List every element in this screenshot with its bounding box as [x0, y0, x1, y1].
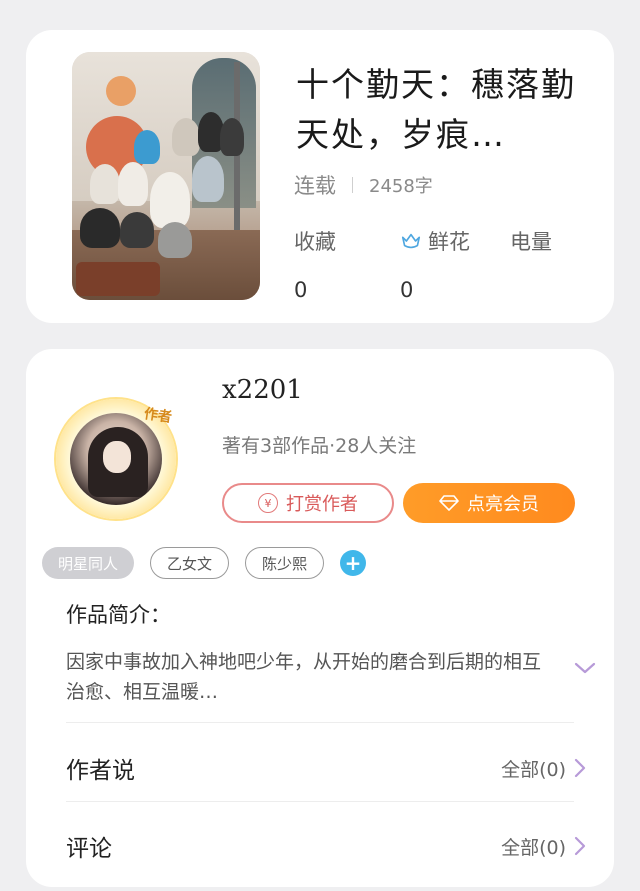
stat-favorites[interactable]: 收藏 0 — [294, 226, 400, 302]
author-says-count: 全部(0) — [501, 758, 566, 781]
comments-action[interactable]: 全部(0) — [501, 833, 586, 860]
author-card: 作者 x2201 著有3部作品·28人关注 ¥ 打赏作者 点亮会员 明星同人 乙… — [26, 349, 614, 887]
divider — [66, 722, 574, 723]
comments-row[interactable]: 评论 全部(0) — [66, 816, 586, 876]
author-badge: 作者 — [142, 406, 173, 426]
tag-item[interactable]: 乙女文 — [150, 547, 230, 579]
diamond-icon — [439, 495, 459, 511]
word-count: 2458字 — [369, 176, 433, 197]
tag-item[interactable]: 陈少熙 — [245, 547, 325, 579]
cover-person — [158, 222, 192, 258]
cover-person — [120, 212, 154, 248]
tag-list: 明星同人 乙女文 陈少熙 + — [42, 547, 367, 579]
stat-value: 0 — [294, 278, 308, 302]
book-meta: 连载 2458字 — [294, 170, 433, 200]
intro-title: 作品简介： — [66, 603, 171, 627]
stat-label: 电量 — [510, 230, 552, 254]
author-says-label: 作者说 — [66, 758, 135, 784]
reward-author-button[interactable]: ¥ 打赏作者 — [222, 483, 394, 523]
comments-label: 评论 — [66, 836, 112, 862]
stat-label: 鲜花 — [428, 230, 470, 254]
stat-value: 0 — [400, 278, 414, 302]
book-title: 十个勤天：穗落勤天处，岁痕… — [296, 65, 576, 154]
vip-label: 点亮会员 — [467, 494, 539, 515]
author-avatar[interactable]: 作者 — [56, 399, 176, 519]
stat-label-row: 鲜花 — [400, 226, 510, 256]
book-status: 连载 — [294, 174, 336, 198]
cover-person — [172, 118, 200, 156]
cover-person — [118, 162, 148, 206]
chevron-right-icon — [574, 758, 586, 778]
flower-icon — [401, 233, 421, 249]
cover-person — [90, 164, 120, 204]
avatar-face — [103, 441, 131, 473]
chevron-down-icon[interactable] — [574, 661, 596, 675]
cover-person — [134, 130, 160, 164]
coin-icon: ¥ — [258, 493, 278, 513]
book-card: 十个勤天：穗落勤天处，岁痕… 连载 2458字 收藏 0 鲜花 0 电量 — [26, 30, 614, 323]
reward-label: 打赏作者 — [286, 494, 358, 515]
book-stats: 收藏 0 鲜花 0 电量 — [294, 226, 590, 302]
cover-person — [220, 118, 244, 156]
cover-person — [150, 172, 190, 228]
chevron-right-icon — [574, 836, 586, 856]
author-says-action[interactable]: 全部(0) — [501, 755, 586, 782]
cover-person — [192, 156, 224, 202]
book-cover[interactable] — [72, 52, 260, 300]
divider — [66, 801, 574, 802]
avatar-image — [70, 413, 162, 505]
cover-person — [80, 208, 120, 248]
meta-divider — [352, 177, 353, 193]
add-tag-icon[interactable]: + — [340, 550, 367, 576]
stat-label: 收藏 — [294, 230, 336, 254]
author-name[interactable]: x2201 — [222, 375, 303, 405]
author-says-row[interactable]: 作者说 全部(0) — [66, 738, 586, 798]
author-info: 著有3部作品·28人关注 — [222, 435, 417, 457]
cover-decor-planter — [76, 262, 160, 296]
cover-decor-sun-small — [106, 76, 136, 106]
tag-item[interactable]: 明星同人 — [42, 547, 135, 579]
intro-text: 因家中事故加入神地吧少年，从开始的磨合到后期的相互治愈、相互温暖… — [66, 651, 542, 703]
stat-flowers[interactable]: 鲜花 0 — [400, 226, 510, 302]
stat-power[interactable]: 电量 — [510, 226, 590, 302]
vip-button[interactable]: 点亮会员 — [403, 483, 575, 523]
comments-count: 全部(0) — [501, 836, 566, 859]
